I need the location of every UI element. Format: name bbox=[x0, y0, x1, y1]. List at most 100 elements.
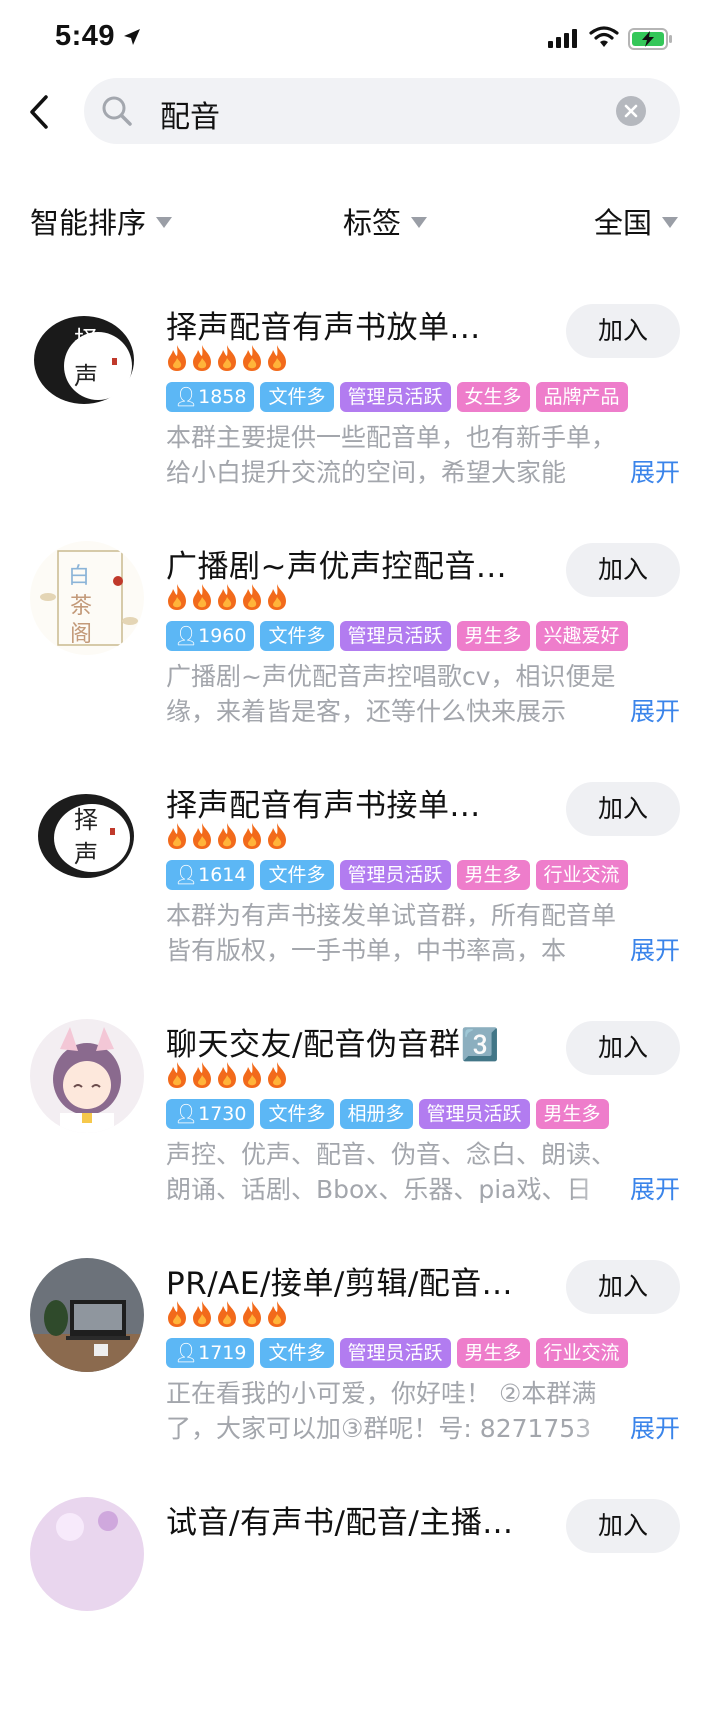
flame-icon bbox=[264, 583, 290, 611]
person-icon: 👤︎ bbox=[174, 386, 199, 408]
activity-flames bbox=[164, 1300, 289, 1328]
flame-icon bbox=[214, 1061, 240, 1089]
list-item[interactable]: PR/AE/接单/剪辑/配音... 👤︎1719 文件多 管理员活跃 男生多 行… bbox=[0, 1258, 710, 1488]
close-icon bbox=[624, 104, 638, 118]
flame-icon bbox=[189, 822, 215, 850]
tag-badge: 男生多 bbox=[456, 621, 530, 651]
activity-flames bbox=[164, 344, 289, 372]
group-description: 声控、优声、配音、伪音、念白、朗读、 朗诵、话剧、Bbox、乐器、pia戏、日 … bbox=[166, 1137, 680, 1207]
flame-icon bbox=[164, 344, 190, 372]
group-description: 广播剧~声优配音声控唱歌cv，相识便是 缘，来着皆是客，还等什么快来展示 展开 bbox=[166, 659, 680, 729]
group-avatar bbox=[30, 1258, 144, 1372]
join-button[interactable]: 加入 bbox=[566, 1021, 680, 1075]
group-title: 择声配音有声书放单... bbox=[166, 310, 481, 346]
expand-link[interactable]: 展开 bbox=[630, 694, 680, 729]
person-icon: 👤︎ bbox=[174, 1342, 199, 1364]
flame-icon bbox=[239, 344, 265, 372]
battery-charging-icon bbox=[628, 28, 672, 50]
flame-icon bbox=[264, 822, 290, 850]
flame-icon bbox=[239, 1300, 265, 1328]
tag-badge: 行业交流 bbox=[535, 860, 628, 890]
flame-icon bbox=[164, 583, 190, 611]
search-input[interactable]: 配音 bbox=[84, 78, 680, 144]
tag-badge: 品牌产品 bbox=[535, 382, 628, 412]
tag-badge: 文件多 bbox=[260, 1338, 334, 1368]
description-line: 声控、优声、配音、伪音、念白、朗读、 bbox=[166, 1140, 617, 1169]
activity-flames bbox=[164, 822, 289, 850]
group-title: 择声配音有声书接单... bbox=[166, 788, 481, 824]
filter-tags[interactable]: 标签 bbox=[343, 200, 428, 242]
cellular-signal-icon bbox=[548, 29, 577, 48]
tag-badge: 文件多 bbox=[260, 860, 334, 890]
clear-search-button[interactable] bbox=[616, 96, 646, 126]
flame-icon bbox=[189, 583, 215, 611]
group-avatar bbox=[30, 1019, 144, 1133]
tag-badge: 管理员活跃 bbox=[339, 382, 451, 412]
member-count-badge: 👤︎1858 bbox=[166, 382, 255, 412]
flame-icon bbox=[264, 1300, 290, 1328]
flame-icon bbox=[214, 1300, 240, 1328]
tag-badge: 管理员活跃 bbox=[339, 621, 451, 651]
back-chevron-icon[interactable] bbox=[24, 92, 58, 132]
group-tags: 👤︎1614 文件多 管理员活跃 男生多 行业交流 bbox=[166, 860, 634, 890]
member-count: 1614 bbox=[198, 864, 247, 886]
svg-text:择: 择 bbox=[74, 326, 98, 354]
join-button[interactable]: 加入 bbox=[566, 1260, 680, 1314]
filter-tags-label: 标签 bbox=[343, 206, 402, 240]
tag-badge: 文件多 bbox=[260, 382, 334, 412]
tag-badge: 男生多 bbox=[535, 1099, 609, 1129]
tag-badge: 管理员活跃 bbox=[339, 1338, 451, 1368]
list-item[interactable]: 择声 择声配音有声书接单... 👤︎1614 文件多 管理员活跃 男生多 行业交… bbox=[0, 780, 710, 1010]
list-item[interactable]: 试音/有声书/配音/主播... 加入 bbox=[0, 1497, 710, 1727]
svg-text:择: 择 bbox=[74, 806, 98, 834]
status-bar: 5:49 bbox=[0, 0, 710, 76]
flame-icon bbox=[164, 822, 190, 850]
group-title: PR/AE/接单/剪辑/配音... bbox=[166, 1266, 513, 1302]
group-title: 广播剧~声优声控配音... bbox=[166, 549, 508, 585]
expand-link[interactable]: 展开 bbox=[630, 455, 680, 490]
filter-region-label: 全国 bbox=[594, 206, 653, 240]
svg-text:声: 声 bbox=[74, 362, 98, 390]
list-item[interactable]: 择声 择声配音有声书放单... 👤︎1858 文件多 管理员活跃 女生多 品牌产… bbox=[0, 302, 710, 532]
person-icon: 👤︎ bbox=[174, 864, 199, 886]
flame-icon bbox=[164, 1061, 190, 1089]
expand-link[interactable]: 展开 bbox=[630, 1411, 680, 1446]
tag-badge: 管理员活跃 bbox=[339, 860, 451, 890]
filter-region[interactable]: 全国 bbox=[594, 200, 679, 242]
list-item[interactable]: 聊天交友/配音伪音群3️⃣ 👤︎1730 文件多 相册多 管理员活跃 男生多 声… bbox=[0, 1019, 710, 1249]
member-count: 1960 bbox=[198, 625, 247, 647]
member-count-badge: 👤︎1730 bbox=[166, 1099, 255, 1129]
member-count-badge: 👤︎1719 bbox=[166, 1338, 255, 1368]
group-avatar: 白茶阁 bbox=[30, 541, 144, 655]
search-icon bbox=[102, 96, 132, 126]
flame-icon bbox=[239, 583, 265, 611]
join-button[interactable]: 加入 bbox=[566, 543, 680, 597]
expand-link[interactable]: 展开 bbox=[630, 933, 680, 968]
group-title: 聊天交友/配音伪音群3️⃣ bbox=[166, 1027, 500, 1063]
list-item[interactable]: 白茶阁 广播剧~声优声控配音... 👤︎1960 文件多 管理员活跃 男生多 兴… bbox=[0, 541, 710, 771]
tag-badge: 行业交流 bbox=[535, 1338, 628, 1368]
join-button[interactable]: 加入 bbox=[566, 782, 680, 836]
flame-icon bbox=[189, 1300, 215, 1328]
flame-icon bbox=[189, 1061, 215, 1089]
tag-badge: 兴趣爱好 bbox=[535, 621, 628, 651]
group-description: 本群为有声书接发单试音群，所有配音单 皆有版权，一手书单，中书率高，本 展开 bbox=[166, 898, 680, 968]
group-avatar: 择声 bbox=[30, 302, 144, 416]
member-count: 1719 bbox=[198, 1342, 247, 1364]
wifi-icon bbox=[589, 26, 619, 47]
group-title: 试音/有声书/配音/主播... bbox=[166, 1505, 514, 1541]
person-icon: 👤︎ bbox=[174, 1103, 199, 1125]
tag-badge: 女生多 bbox=[456, 382, 530, 412]
member-count: 1858 bbox=[198, 386, 247, 408]
filter-sort[interactable]: 智能排序 bbox=[30, 200, 173, 242]
tag-badge: 男生多 bbox=[456, 860, 530, 890]
expand-link[interactable]: 展开 bbox=[630, 1172, 680, 1207]
member-count-badge: 👤︎1614 bbox=[166, 860, 255, 890]
activity-flames bbox=[164, 583, 289, 611]
svg-text:茶: 茶 bbox=[70, 594, 92, 619]
group-avatar: 择声 bbox=[30, 780, 144, 894]
description-line: 本群为有声书接发单试音群，所有配音单 bbox=[166, 901, 617, 930]
join-button[interactable]: 加入 bbox=[566, 1499, 680, 1553]
join-button[interactable]: 加入 bbox=[566, 304, 680, 358]
description-line: 广播剧~声优配音声控唱歌cv，相识便是 bbox=[166, 662, 616, 691]
